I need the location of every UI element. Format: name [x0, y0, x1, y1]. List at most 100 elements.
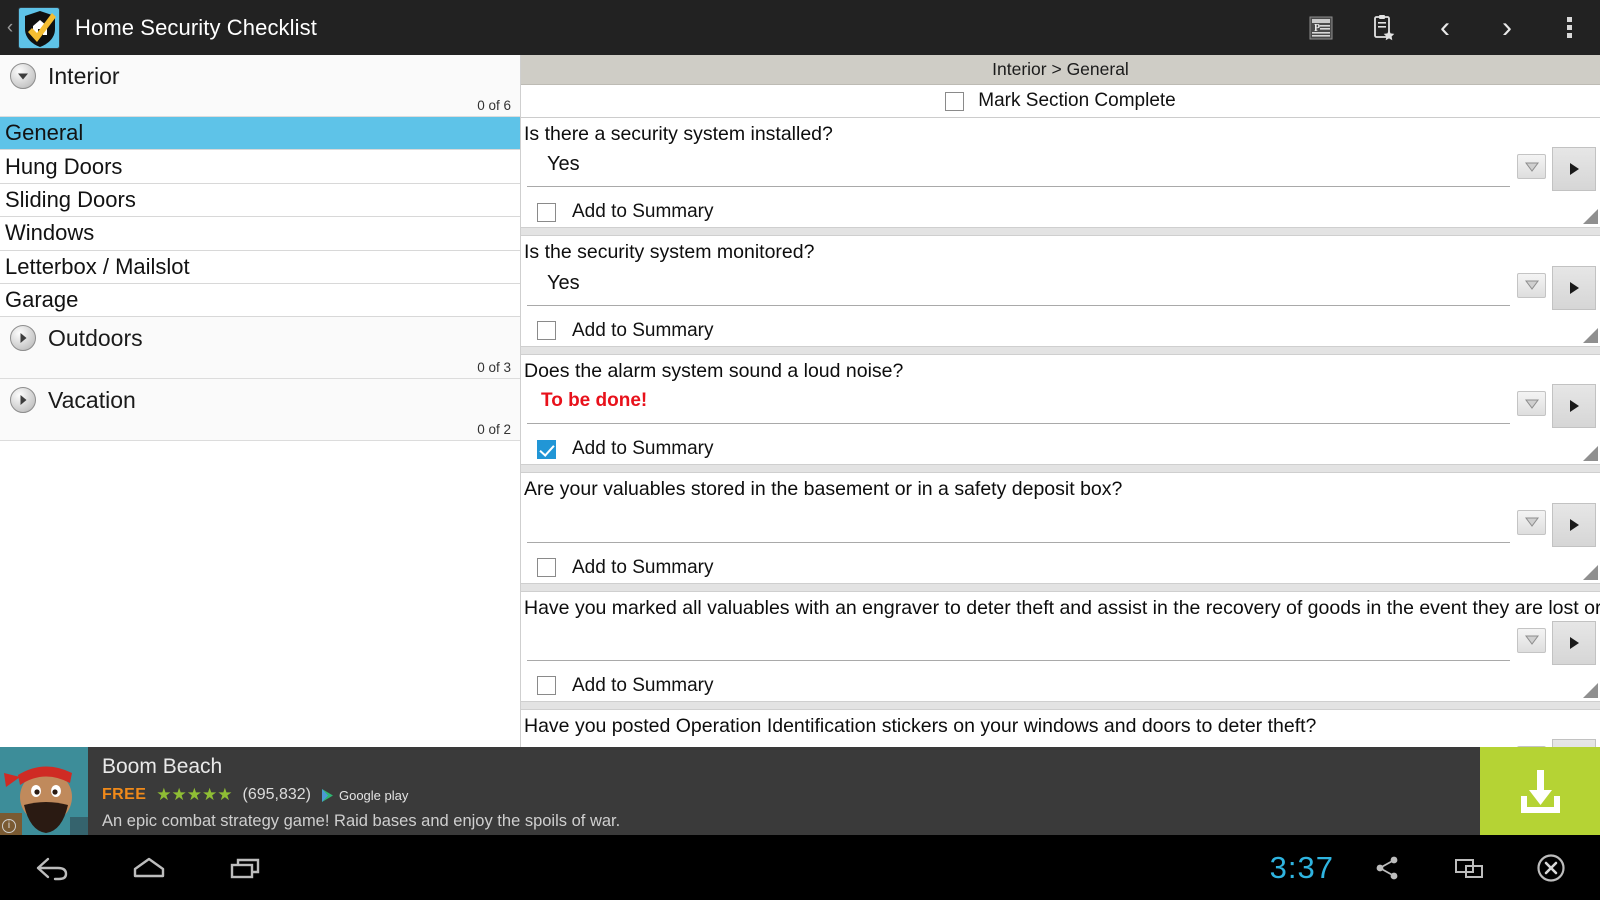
add-to-summary-row[interactable]: Add to Summary: [521, 310, 1600, 346]
mark-section-complete-label: Mark Section Complete: [978, 90, 1176, 111]
chevron-down-icon[interactable]: [10, 63, 36, 89]
answer-action-button[interactable]: [1552, 265, 1596, 310]
android-navigation-bar: 3:37: [0, 835, 1600, 900]
back-icon[interactable]: [22, 844, 80, 892]
sidebar-group-vacation-row: Vacation: [8, 379, 512, 421]
overflow-menu-icon[interactable]: [1538, 0, 1600, 55]
answer-action-button[interactable]: [1552, 384, 1596, 429]
add-to-summary-checkbox[interactable]: [537, 321, 556, 341]
resize-grip-icon[interactable]: [1583, 564, 1598, 580]
previous-icon[interactable]: ‹: [1414, 0, 1476, 55]
sidebar-group-vacation[interactable]: Vacation 0 of 2: [0, 379, 520, 442]
sidebar-item-windows[interactable]: Windows: [0, 217, 520, 251]
sidebar-group-interior[interactable]: Interior 0 of 6: [0, 55, 520, 117]
answer-action-button[interactable]: [1552, 147, 1596, 192]
question-block: Does the alarm system sound a loud noise…: [521, 354, 1600, 465]
question-separator: [521, 227, 1600, 237]
ad-info-icon[interactable]: i: [2, 819, 16, 833]
next-chevron: ›: [1502, 10, 1512, 44]
sidebar-group-label: Vacation: [48, 386, 136, 413]
add-to-summary-checkbox[interactable]: [537, 676, 556, 696]
add-to-summary-label: Add to Summary: [572, 556, 714, 578]
add-to-summary-checkbox[interactable]: [537, 439, 556, 459]
previous-chevron: ‹: [1440, 10, 1450, 44]
answer-dropdown-button[interactable]: [1517, 391, 1546, 417]
question-text: Does the alarm system sound a loud noise…: [524, 359, 904, 382]
mark-section-complete-checkbox[interactable]: [945, 91, 965, 111]
sidebar-item-label: Windows: [5, 220, 95, 246]
answer-input[interactable]: To be done!: [527, 384, 1510, 425]
sidebar-item-label: Letterbox / Mailslot: [5, 253, 190, 279]
add-to-summary-label: Add to Summary: [572, 438, 714, 460]
ad-meta: FREE ★★★★★ (695,832) Google play: [102, 785, 1480, 805]
add-to-summary-label: Add to Summary: [572, 201, 714, 223]
nav-buttons: [0, 844, 276, 892]
ad-title: Boom Beach: [102, 755, 223, 778]
app-bar-actions: P ‹ ›: [1290, 0, 1600, 55]
app-logo-icon[interactable]: [18, 6, 60, 49]
pdf-export-icon[interactable]: P: [1290, 0, 1352, 55]
answer-dropdown-button[interactable]: [1517, 627, 1546, 653]
share-icon[interactable]: [1358, 844, 1416, 892]
chevron-right-icon[interactable]: [10, 325, 36, 352]
question-separator: [521, 464, 1600, 474]
sidebar-item-label: Sliding Doors: [5, 186, 136, 212]
close-icon[interactable]: [1522, 844, 1580, 892]
recent-apps-icon[interactable]: [218, 844, 276, 892]
add-to-summary-label: Add to Summary: [572, 674, 714, 696]
next-icon[interactable]: ›: [1476, 0, 1538, 55]
ad-banner[interactable]: i Boom Beach FREE ★★★★★ (695,832) Google…: [0, 747, 1600, 835]
answer-action-button[interactable]: [1552, 620, 1596, 665]
download-icon: [1521, 770, 1560, 813]
answer-row: Yes: [521, 146, 1600, 192]
question-text: Are your valuables stored in the basemen…: [524, 478, 1123, 501]
question-block: Are your valuables stored in the basemen…: [521, 473, 1600, 583]
answer-input[interactable]: [527, 503, 1510, 543]
add-to-summary-checkbox[interactable]: [537, 202, 556, 222]
question-text: Have you posted Operation Identification…: [524, 714, 1317, 737]
resize-grip-icon[interactable]: [1583, 446, 1598, 462]
add-to-summary-row[interactable]: Add to Summary: [521, 547, 1600, 583]
answer-input[interactable]: Yes: [527, 147, 1510, 188]
mark-section-complete-row[interactable]: Mark Section Complete: [521, 85, 1600, 118]
cast-icon[interactable]: [1440, 844, 1498, 892]
sidebar-group-interior-row: Interior: [8, 55, 512, 97]
home-icon[interactable]: [120, 844, 178, 892]
answer-action-button[interactable]: [1552, 502, 1596, 547]
answer-dropdown-button[interactable]: [1517, 509, 1546, 535]
clock: 3:37: [1269, 849, 1334, 885]
ad-price: FREE: [102, 786, 147, 803]
add-to-summary-row[interactable]: Add to Summary: [521, 665, 1600, 701]
answer-input[interactable]: Yes: [527, 266, 1510, 306]
add-to-summary-row[interactable]: Add to Summary: [521, 191, 1600, 227]
resize-grip-icon[interactable]: [1583, 682, 1598, 698]
question-block: Is the security system monitored? Yes Ad…: [521, 236, 1600, 346]
sidebar-item-sliding-doors[interactable]: Sliding Doors: [0, 183, 520, 218]
google-play-label: Google play: [338, 787, 409, 803]
question-text: Have you marked all valuables with an en…: [524, 596, 1600, 619]
add-to-summary-checkbox[interactable]: [537, 558, 556, 577]
resize-grip-icon[interactable]: [1583, 327, 1598, 343]
sidebar-item-general[interactable]: General: [0, 117, 520, 151]
google-play-badge[interactable]: Google play: [321, 788, 408, 803]
answer-dropdown-button[interactable]: [1517, 154, 1546, 180]
answer-row: [521, 620, 1600, 665]
question-block: Have you marked all valuables with an en…: [521, 591, 1600, 701]
app-title: Home Security Checklist: [75, 14, 317, 40]
chevron-right-icon[interactable]: [10, 387, 36, 414]
add-to-summary-row[interactable]: Add to Summary: [521, 428, 1600, 464]
sidebar-item-garage[interactable]: Garage: [0, 283, 520, 318]
answer-dropdown-button[interactable]: [1517, 272, 1546, 298]
ad-download-button[interactable]: [1480, 747, 1600, 835]
app-back-chevron-icon[interactable]: ‹: [2, 0, 18, 55]
sidebar-item-hung-doors[interactable]: Hung Doors: [0, 150, 520, 184]
ad-thumbnail[interactable]: i: [0, 747, 88, 835]
sidebar-group-outdoors[interactable]: Outdoors 0 of 3: [0, 317, 520, 380]
answer-input[interactable]: [527, 621, 1510, 661]
answer-action-button[interactable]: [1552, 739, 1596, 747]
answer-row: [521, 502, 1600, 547]
answer-input[interactable]: [527, 739, 1510, 747]
resize-grip-icon[interactable]: [1583, 209, 1598, 225]
sidebar-item-letterbox-mailslot[interactable]: Letterbox / Mailslot: [0, 250, 520, 284]
clipboard-star-icon[interactable]: [1352, 0, 1414, 55]
